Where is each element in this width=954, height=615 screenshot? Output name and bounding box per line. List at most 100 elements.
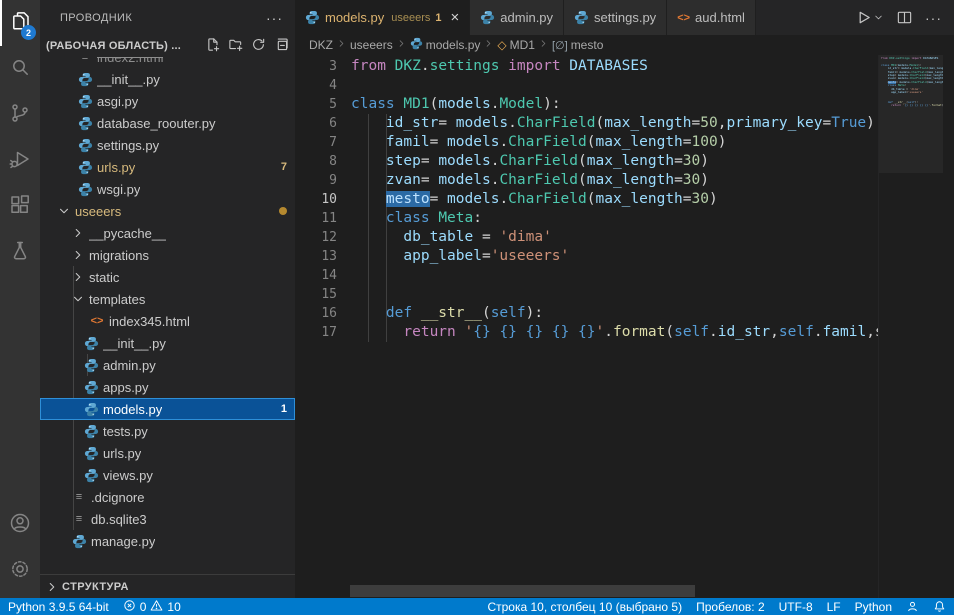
chevron-down-icon xyxy=(56,204,72,218)
tree-item-label: index345.html xyxy=(109,314,190,329)
sidebar-more-icon[interactable]: ··· xyxy=(266,10,283,26)
breadcrumb-item-DKZ[interactable]: DKZ xyxy=(309,38,333,52)
tree-item-__init__.py[interactable]: __init__.py xyxy=(40,68,295,90)
file-icon: ≡ xyxy=(70,491,88,503)
activity-run-debug-button[interactable] xyxy=(0,138,40,184)
tree-item-database_roouter.py[interactable]: database_roouter.py xyxy=(40,112,295,134)
tree-item-tests.py[interactable]: tests.py xyxy=(40,420,295,442)
code-line-13: 13 app_label='useeers' xyxy=(295,247,878,266)
tree-item-label: manage.py xyxy=(91,534,155,549)
tab-aud.html[interactable]: <>aud.html xyxy=(667,0,756,35)
tree-item-label: views.py xyxy=(103,468,153,483)
tab-models.py[interactable]: models.pyuseeers1× xyxy=(295,0,470,35)
tree-item-db.sqlite3[interactable]: ≡db.sqlite3 xyxy=(40,508,295,530)
tree-item-label: __init__.py xyxy=(97,72,160,87)
tree-item-label: templates xyxy=(89,292,145,307)
tree-item-apps.py[interactable]: apps.py xyxy=(40,376,295,398)
tree-item-__pycache__[interactable]: __pycache__ xyxy=(40,222,295,244)
encoding-status[interactable]: UTF-8 xyxy=(779,600,813,614)
breadcrumb-item-MD1[interactable]: ◇MD1 xyxy=(497,38,535,52)
eol-status[interactable]: LF xyxy=(827,600,841,614)
tree-item-views.py[interactable]: views.py xyxy=(40,464,295,486)
collapse-all-icon[interactable] xyxy=(274,37,289,55)
activity-extensions-button[interactable] xyxy=(0,184,40,230)
python-file-icon xyxy=(480,10,495,25)
code-line-9: 9 zvan= models.CharField(max_length=30) xyxy=(295,171,878,190)
language-mode-status[interactable]: Python xyxy=(855,600,892,614)
tree-item-templates[interactable]: templates xyxy=(40,288,295,310)
python-file-icon xyxy=(76,72,94,87)
tree-item-manage.py[interactable]: manage.py xyxy=(40,530,295,552)
breadcrumb-item-models.py[interactable]: models.py xyxy=(410,37,481,53)
problems-status[interactable]: 0 10 xyxy=(123,599,181,615)
tree-item-index2.html[interactable]: ≡index2.html xyxy=(40,57,295,68)
tree-item-admin.py[interactable]: admin.py xyxy=(40,354,295,376)
code-line-15: 15 xyxy=(295,285,878,304)
split-editor-icon[interactable] xyxy=(896,9,913,26)
new-folder-icon[interactable] xyxy=(228,37,243,55)
tree-item-asgi.py[interactable]: asgi.py xyxy=(40,90,295,112)
tree-item-label: admin.py xyxy=(103,358,156,373)
vertical-scrollbar[interactable] xyxy=(943,55,954,598)
python-file-icon xyxy=(76,160,94,175)
python-file-icon xyxy=(76,182,94,197)
feedback-icon[interactable] xyxy=(906,600,919,613)
code-line-16: 16 def __str__(self): xyxy=(295,304,878,323)
tree-item-settings.py[interactable]: settings.py xyxy=(40,134,295,156)
tab-admin.py[interactable]: admin.py xyxy=(470,0,564,35)
tree-item-.dcignore[interactable]: ≡.dcignore xyxy=(40,486,295,508)
tree-item-urls.py[interactable]: urls.py xyxy=(40,442,295,464)
indentation-status[interactable]: Пробелов: 2 xyxy=(696,600,765,614)
tree-item-__init__.py[interactable]: __init__.py xyxy=(40,332,295,354)
activity-files-button[interactable]: 2 xyxy=(0,0,40,46)
new-file-icon[interactable] xyxy=(205,37,220,55)
code-lines: 3from DKZ.settings import DATABASES45cla… xyxy=(295,57,878,342)
tree-item-urls.py[interactable]: urls.py7 xyxy=(40,156,295,178)
editor-group: models.py useeers 1 × admin.pysettings.py<>a… xyxy=(295,0,954,598)
refresh-icon[interactable] xyxy=(251,37,266,55)
code-line-12: 12 db_table = 'dima' xyxy=(295,228,878,247)
code-editor[interactable]: 3from DKZ.settings import DATABASES45cla… xyxy=(295,55,954,598)
python-file-icon xyxy=(82,380,100,395)
tree-item-label: asgi.py xyxy=(97,94,138,109)
tree-item-useeers[interactable]: useeers xyxy=(40,200,295,222)
editor-more-actions-icon[interactable]: ··· xyxy=(925,10,942,26)
activity-source-control-button[interactable] xyxy=(0,92,40,138)
activity-testing-button[interactable] xyxy=(0,230,40,276)
python-file-icon xyxy=(70,534,88,549)
chevron-down-icon xyxy=(873,9,884,26)
activity-bar-bottom xyxy=(0,502,40,594)
cursor-position-status[interactable]: Строка 10, столбец 10 (выбрано 5) xyxy=(487,600,682,614)
tree-item-static[interactable]: static xyxy=(40,266,295,288)
tab-label: aud.html xyxy=(695,10,745,25)
activity-search-button[interactable] xyxy=(0,46,40,92)
activity-settings-gear-button[interactable] xyxy=(0,548,40,594)
python-file-icon xyxy=(82,402,100,417)
activity-account-button[interactable] xyxy=(0,502,40,548)
breadcrumb-item-mesto[interactable]: [∅]mesto xyxy=(552,38,603,52)
tab-problems-badge: 1 xyxy=(435,12,441,24)
tree-item-models.py[interactable]: models.py1 xyxy=(40,398,295,420)
minimap[interactable]: from DKZ.settings import DATABASESclass … xyxy=(878,55,943,598)
extensions-icon xyxy=(8,193,32,222)
tabs: models.pyuseeers1×admin.pysettings.py<>a… xyxy=(295,0,756,35)
line-number: 16 xyxy=(295,304,337,323)
run-python-file-button[interactable] xyxy=(855,9,884,26)
bell-icon[interactable] xyxy=(933,600,946,613)
tree-item-index345.html[interactable]: <>index345.html xyxy=(40,310,295,332)
close-icon[interactable]: × xyxy=(451,10,460,25)
line-number: 15 xyxy=(295,285,337,304)
breadcrumb-item-useeers[interactable]: useeers xyxy=(350,38,393,52)
tab-settings.py[interactable]: settings.py xyxy=(564,0,667,35)
horizontal-scrollbar[interactable] xyxy=(350,585,695,597)
outline-section-header[interactable]: СТРУКТУРА xyxy=(40,574,295,598)
tree-item-label: apps.py xyxy=(103,380,149,395)
code-line-content: from DKZ.settings import DATABASES xyxy=(351,57,648,76)
tree-item-migrations[interactable]: migrations xyxy=(40,244,295,266)
tree-item-wsgi.py[interactable]: wsgi.py xyxy=(40,178,295,200)
minimap-slider[interactable] xyxy=(879,55,943,173)
line-number: 10 xyxy=(295,190,337,209)
workspace-section-header[interactable]: (РАБОЧАЯ ОБЛАСТЬ) ... xyxy=(40,35,295,57)
tree-item-label: __pycache__ xyxy=(89,226,166,241)
interpreter-status[interactable]: Python 3.9.5 64-bit xyxy=(8,600,109,614)
